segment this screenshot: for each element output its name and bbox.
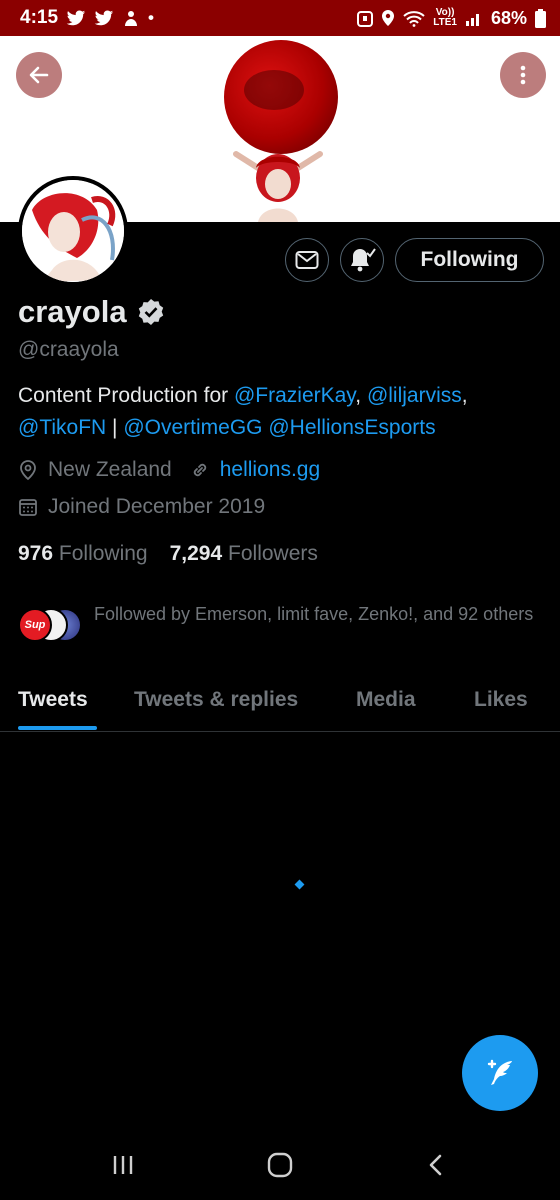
system-back-button[interactable] — [416, 1150, 456, 1180]
follower-avatar-1: Sup — [18, 608, 52, 642]
followed-by-text: Followed by Emerson, limit fave, Zenko!,… — [94, 604, 534, 624]
twitter-notification-icon — [66, 10, 86, 25]
bell-check-icon — [351, 248, 376, 272]
mention-link-liljarviss[interactable]: @liljarviss — [367, 384, 462, 407]
verified-badge-icon — [138, 299, 163, 325]
display-name-text: crayola — [18, 294, 127, 329]
alarm-icon — [357, 11, 374, 27]
bio-separator: , — [461, 384, 468, 407]
compose-tweet-button[interactable] — [462, 1035, 538, 1111]
banner-red-moon — [224, 40, 338, 154]
status-left: 4:15 • — [20, 7, 154, 29]
location-text: New Zealand — [48, 458, 172, 481]
active-tab-indicator — [18, 726, 97, 730]
avatar-artwork — [22, 180, 124, 282]
link-icon — [193, 463, 206, 477]
wifi-icon — [403, 10, 425, 27]
followers-count: 7,294 — [169, 542, 223, 565]
more-options-button[interactable] — [500, 52, 546, 98]
following-button[interactable]: Following — [395, 238, 544, 282]
system-navigation-bar — [0, 1130, 560, 1200]
profile-bio: Content Production for @FrazierKay, @lil… — [18, 380, 538, 444]
loading-spinner — [294, 879, 305, 890]
chevron-left-icon — [429, 1154, 442, 1176]
user-handle: @craayola — [18, 338, 119, 361]
status-bar: 4:15 • Vo)) LTE1 68% — [0, 0, 560, 36]
more-vertical-icon — [520, 65, 526, 85]
compose-feather-icon — [487, 1059, 512, 1085]
status-right: Vo)) LTE1 68% — [357, 8, 546, 29]
tab-media[interactable]: Media — [356, 688, 416, 712]
recent-apps-button[interactable] — [103, 1150, 143, 1180]
location-status-icon — [382, 10, 395, 26]
joined-date-text: Joined December 2019 — [48, 495, 266, 518]
following-count-link[interactable]: 976 Following — [18, 542, 148, 566]
profile-avatar[interactable] — [18, 176, 128, 286]
followed-by-avatars: Sup — [18, 608, 84, 644]
tab-tweets[interactable]: Tweets — [18, 688, 88, 712]
display-name: crayola — [18, 294, 165, 330]
recent-apps-icon — [113, 1156, 133, 1174]
profile-tabs: Tweets Tweets & replies Media Likes — [0, 680, 560, 732]
battery-percent: 68% — [490, 7, 527, 28]
message-button[interactable] — [285, 238, 329, 282]
location-pin-icon — [20, 460, 36, 481]
notifications-button[interactable] — [340, 238, 384, 282]
avatar-image — [22, 180, 124, 282]
tab-likes[interactable]: Likes — [474, 688, 528, 712]
status-time: 4:15 — [20, 7, 59, 28]
signal-icon — [465, 14, 479, 26]
followers-label: Followers — [228, 542, 318, 565]
dot-icon: • — [148, 8, 154, 27]
supreme-logo-text: Sup — [24, 619, 46, 631]
mail-icon — [295, 251, 319, 269]
follow-counts: 976 Following 7,294 Followers — [18, 542, 318, 566]
calendar-icon — [19, 499, 37, 516]
back-button[interactable] — [16, 52, 62, 98]
website-link[interactable]: hellions.gg — [220, 458, 320, 482]
mention-link-frazierkay[interactable]: @FrazierKay — [234, 384, 355, 407]
followers-count-link[interactable]: 7,294 Followers — [170, 542, 318, 566]
profile-meta-joined: Joined December 2019 — [18, 495, 265, 519]
app-notification-icon — [125, 11, 138, 26]
tab-tweets-and-replies[interactable]: Tweets & replies — [134, 688, 298, 712]
bio-text: Content Production for — [18, 384, 234, 407]
banner-figure — [233, 151, 323, 222]
mention-link-tikofn[interactable]: @TikoFN — [18, 416, 106, 439]
arrow-left-icon — [29, 66, 49, 84]
twitter-notification-icon-2 — [94, 10, 114, 25]
home-icon — [267, 1152, 293, 1178]
mention-link-hellionsesports[interactable]: @HellionsEsports — [268, 416, 435, 439]
battery-icon — [535, 8, 546, 28]
following-label: Following — [58, 542, 148, 565]
home-button[interactable] — [260, 1150, 300, 1180]
following-count: 976 — [18, 542, 54, 565]
bio-separator: , — [355, 384, 367, 407]
bio-separator: | — [106, 416, 124, 439]
network-label: Vo)) LTE1 — [433, 7, 457, 28]
profile-meta-location: New Zealand hellions.gg — [18, 458, 320, 482]
mention-link-overtimegg[interactable]: @OvertimeGG — [123, 416, 262, 439]
followed-by-row[interactable]: Sup Followed by Emerson, limit fave, Zen… — [18, 600, 548, 644]
